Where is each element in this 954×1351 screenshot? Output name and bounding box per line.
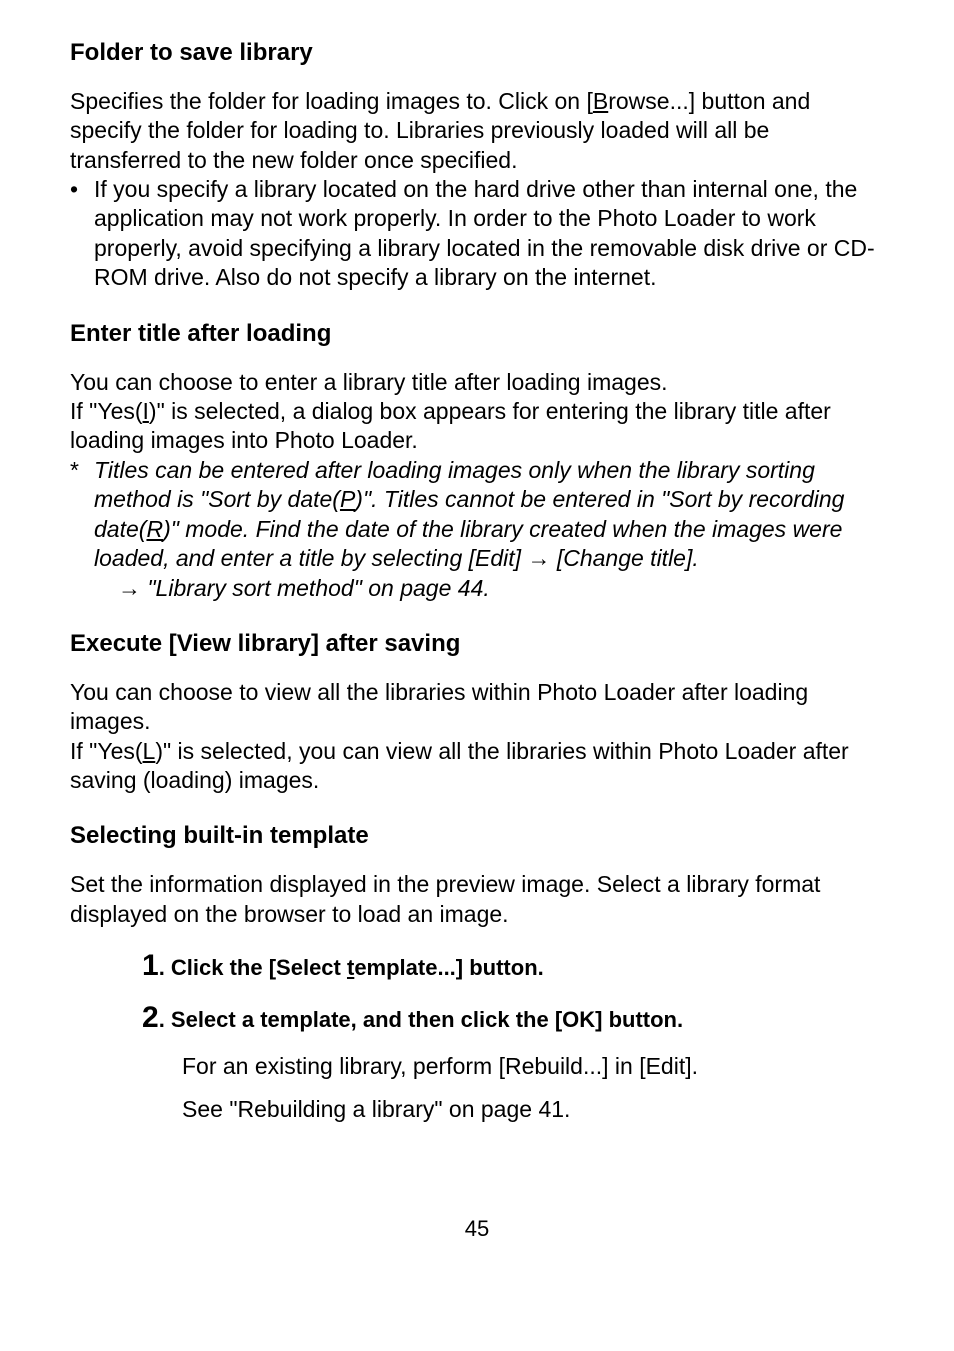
paragraph: You can choose to view all the libraries… [70,678,884,737]
mnemonic-letter: R [146,516,163,542]
step-item: 2. Select a template, and then click the… [142,999,884,1124]
bullet-item: • If you specify a library located on th… [70,175,884,293]
paragraph: If "Yes(I)" is selected, a dialog box ap… [70,397,884,456]
section-execute-view-library: Execute [View library] after saving You … [70,629,884,795]
heading-execute-view-library: Execute [View library] after saving [70,629,884,660]
footnote: * Titles can be entered after loading im… [70,456,884,603]
section-folder-to-save-library: Folder to save library Specifies the fol… [70,38,884,293]
bullet-text: If you specify a library located on the … [94,175,884,293]
step-detail: For an existing library, perform [Rebuil… [182,1052,884,1081]
text: . Click the [Select [159,955,347,980]
page-number: 45 [70,1215,884,1243]
footnote-marker: * [70,456,94,603]
mnemonic-letter: P [340,486,355,512]
text: If "Yes( [70,738,143,764]
text: )" mode. Find the date of the library cr… [94,516,842,571]
step-title: 2. Select a template, and then click the… [142,999,884,1037]
mnemonic-letter: B [593,88,608,114]
step-number: 1 [142,949,159,982]
document-page: Folder to save library Specifies the fol… [0,0,954,1351]
paragraph: If "Yes(L)" is selected, you can view al… [70,737,884,796]
footnote-body: Titles can be entered after loading imag… [94,456,884,603]
heading-enter-title-after-loading: Enter title after loading [70,319,884,350]
bullet-marker: • [70,175,94,293]
paragraph: Set the information displayed in the pre… [70,870,884,929]
heading-folder-to-save-library: Folder to save library [70,38,884,69]
heading-selecting-built-in-template: Selecting built-in template [70,821,884,852]
text: If "Yes( [70,398,143,424]
text: emplate...] button. [354,955,543,980]
step-detail: See "Rebuilding a library" on page 41. [182,1095,884,1124]
steps-list: 1. Click the [Select template...] button… [70,947,884,1125]
text: )" is selected, a dialog box appears for… [70,398,831,453]
text: )" is selected, you can view all the lib… [70,738,849,793]
text: . Select a template, and then click the … [159,1007,683,1032]
paragraph: You can choose to enter a library title … [70,368,884,397]
section-selecting-built-in-template: Selecting built-in template Set the info… [70,821,884,1124]
step-number: 2 [142,1001,159,1034]
step-item: 1. Click the [Select template...] button… [142,947,884,985]
mnemonic-letter: L [143,738,156,764]
footnote-reference: → "Library sort method" on page 44. [94,574,884,603]
section-enter-title-after-loading: Enter title after loading You can choose… [70,319,884,603]
step-title: 1. Click the [Select template...] button… [142,947,884,985]
text: Specifies the folder for loading images … [70,88,593,114]
paragraph: Specifies the folder for loading images … [70,87,884,175]
